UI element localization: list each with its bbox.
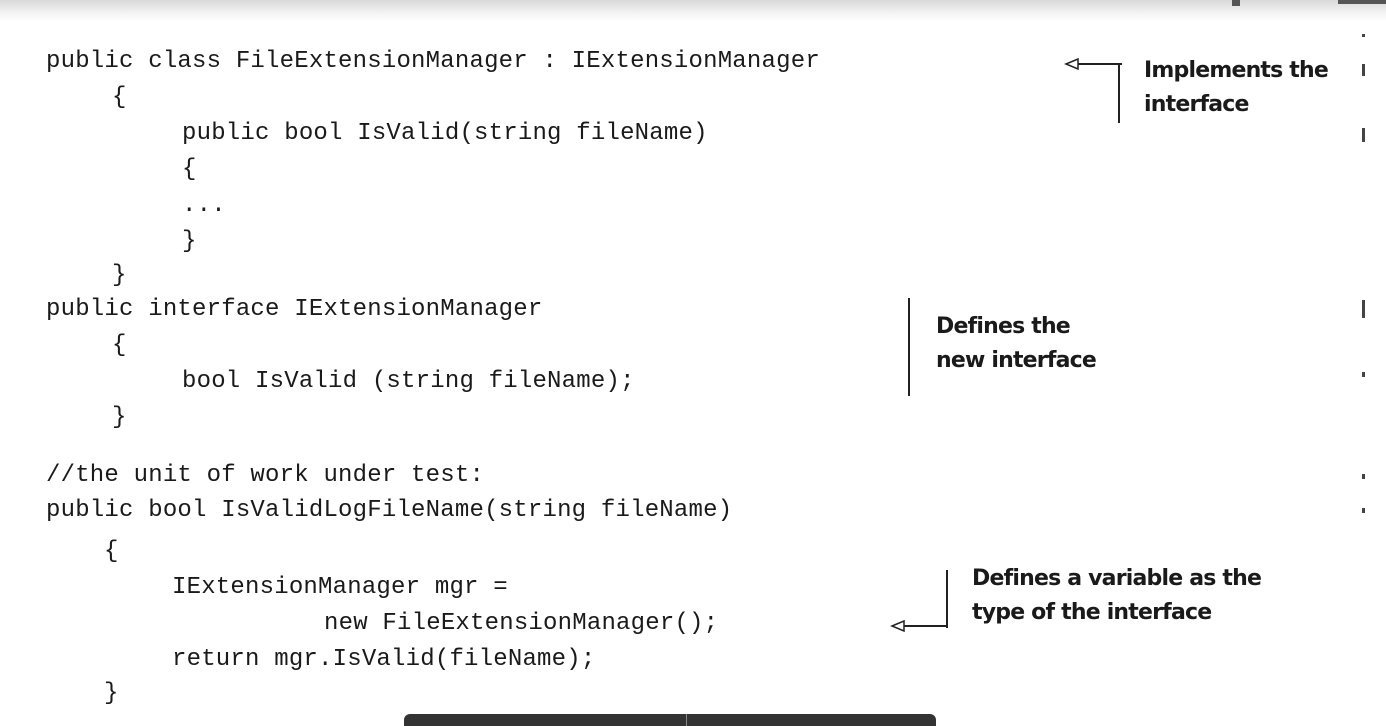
callout-bracket (1118, 63, 1120, 123)
callout-text: Defines the new interface (936, 314, 1097, 373)
edge-mark (1362, 128, 1365, 142)
code-line: } (112, 262, 127, 289)
code-line: public bool IsValid(string fileName) (182, 120, 708, 147)
code-line: { (112, 332, 127, 359)
code-line: public bool IsValidLogFileName(string fi… (46, 497, 733, 524)
edge-mark (1362, 372, 1365, 377)
code-line: return mgr.IsValid(fileName); (172, 646, 596, 673)
code-line: { (104, 538, 119, 565)
code-line: { (112, 84, 127, 111)
corner-mark (1338, 0, 1386, 4)
code-line: } (112, 404, 127, 431)
code-line: public class FileExtensionManager : IExt… (46, 48, 820, 75)
callout-text: Implements the interface (1144, 58, 1329, 117)
code-line: } (104, 680, 119, 707)
code-line: } (182, 228, 197, 255)
arrow-left-icon (1064, 57, 1122, 71)
edge-mark (1362, 474, 1365, 479)
bottom-toolbar[interactable] (404, 714, 936, 726)
code-line: public interface IExtensionManager (46, 296, 543, 323)
callout-bracket (908, 298, 910, 396)
code-line: { (182, 156, 197, 183)
code-line: IExtensionManager mgr = (172, 574, 508, 601)
code-line: new FileExtensionManager(); (324, 610, 719, 637)
edge-mark (1362, 64, 1365, 76)
callout-text: Defines a variable as the type of the in… (972, 566, 1262, 625)
code-line: //the unit of work under test: (46, 462, 485, 489)
edge-mark (1362, 300, 1365, 318)
toolbar-divider (686, 714, 687, 726)
top-shadow (0, 0, 1386, 22)
edge-mark (1362, 508, 1365, 513)
corner-mark (1232, 0, 1240, 6)
code-line: ... (182, 192, 226, 219)
arrow-left-icon (890, 619, 948, 633)
code-line: bool IsValid (string fileName); (182, 368, 635, 395)
edge-mark (1362, 34, 1365, 37)
